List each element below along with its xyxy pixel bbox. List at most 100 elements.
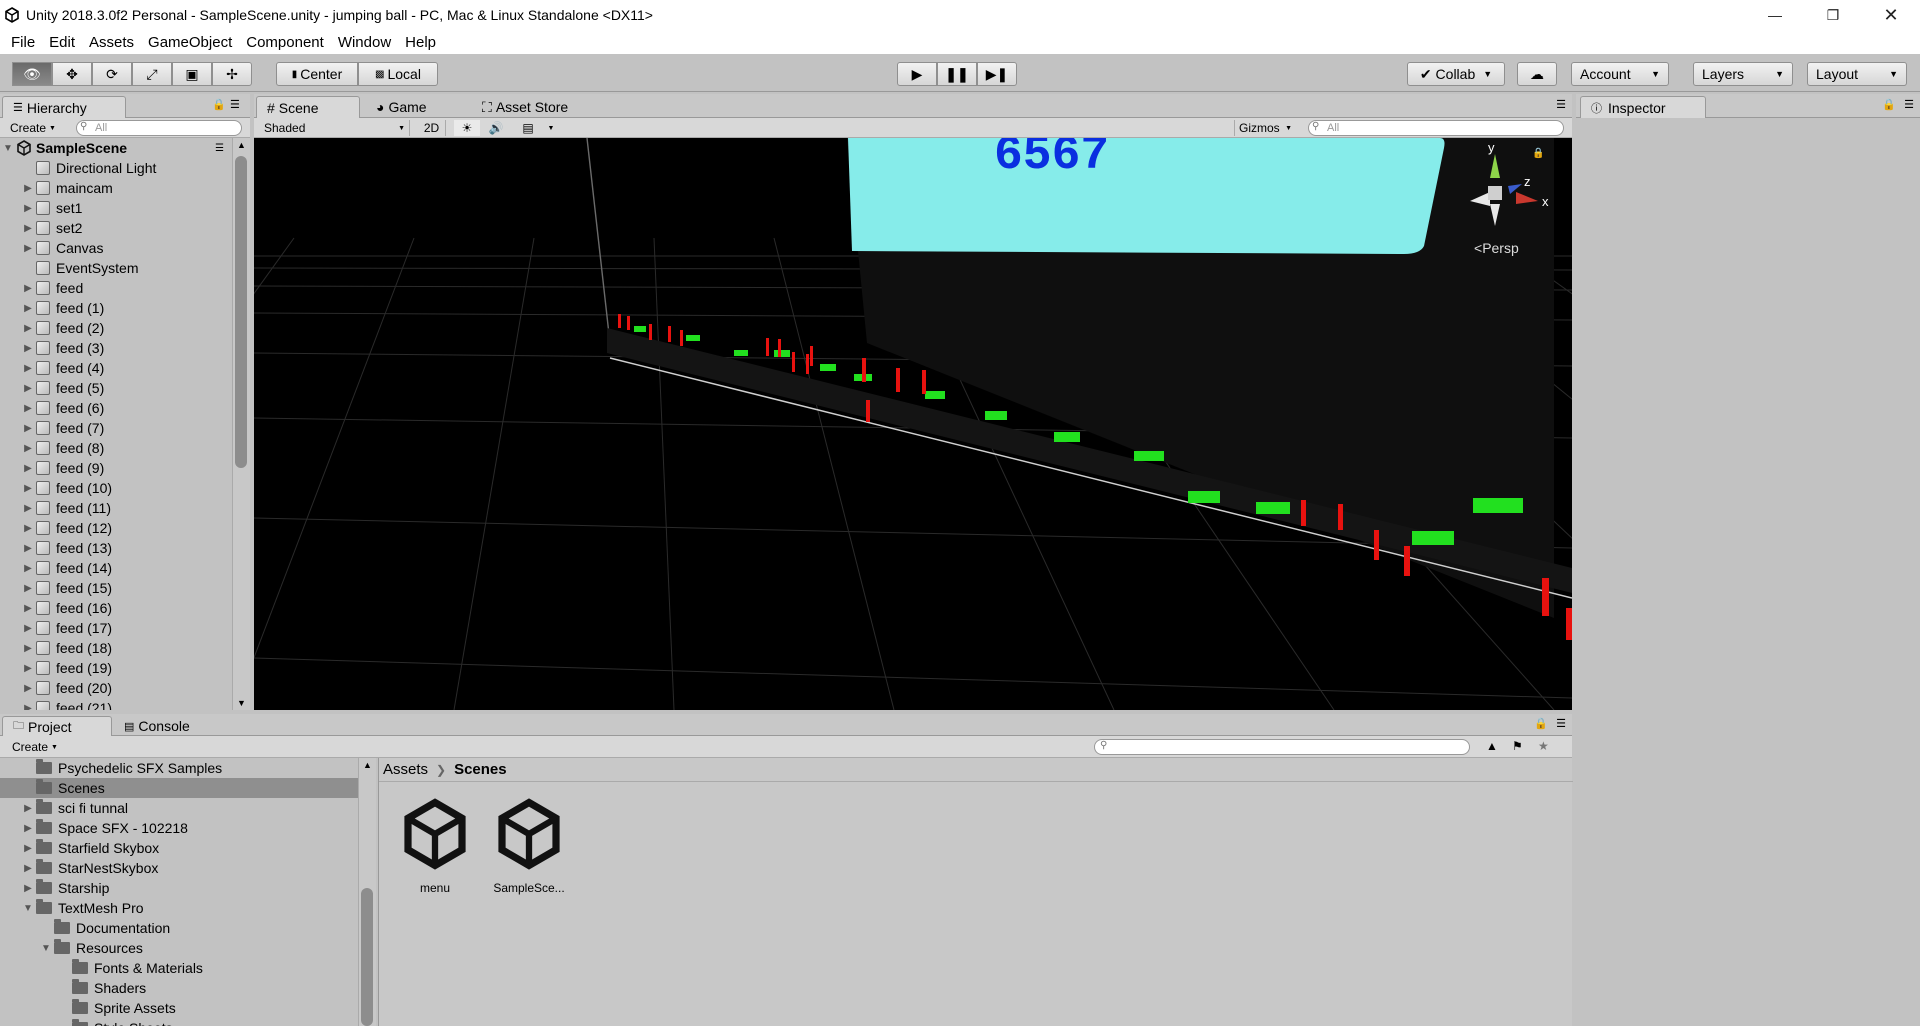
scene-menu-icon[interactable]: ☰ — [215, 143, 224, 154]
hierarchy-item[interactable]: EventSystem — [0, 258, 232, 278]
hierarchy-item[interactable]: ▶ feed (6) — [0, 398, 232, 418]
hierarchy-item[interactable]: ▶ feed (8) — [0, 438, 232, 458]
chevron-right-icon[interactable]: ▶ — [20, 563, 36, 574]
hierarchy-item[interactable]: ▶ feed — [0, 278, 232, 298]
orientation-gizmo[interactable]: y z x 🔒 <Persp — [1460, 140, 1570, 256]
menu-help[interactable]: Help — [398, 34, 443, 51]
breadcrumb-assets[interactable]: Assets — [383, 761, 428, 778]
pivot-center-button[interactable]: ▮ Center — [276, 62, 358, 86]
chevron-right-icon[interactable]: ▶ — [20, 703, 36, 711]
asset-tile-samplescene[interactable]: SampleSce... — [493, 798, 583, 898]
chevron-right-icon[interactable]: ▶ — [20, 683, 36, 694]
chevron-right-icon[interactable]: ▶ — [20, 483, 36, 494]
scene-viewport[interactable]: 6567 y z x 🔒 <Persp — [254, 138, 1572, 710]
gizmos-dropdown[interactable]: Gizmos ▼ — [1234, 120, 1296, 136]
scene-effects-icon[interactable]: ▤ — [514, 120, 542, 136]
projection-toggle[interactable]: <Persp — [1474, 240, 1519, 256]
chevron-down-icon[interactable]: ▼ — [20, 903, 36, 914]
minimize-icon[interactable]: — — [1746, 0, 1804, 30]
chevron-right-icon[interactable]: ▶ — [20, 803, 36, 814]
scene-search-input[interactable]: All — [1308, 120, 1564, 136]
chevron-right-icon[interactable]: ▶ — [20, 463, 36, 474]
hierarchy-item[interactable]: ▶ feed (7) — [0, 418, 232, 438]
restore-icon[interactable]: ❐ — [1804, 0, 1862, 30]
chevron-right-icon[interactable]: ▶ — [20, 383, 36, 394]
hierarchy-item[interactable]: ▶ Canvas — [0, 238, 232, 258]
project-tree-item[interactable]: Style Sheets — [0, 1018, 358, 1026]
panel-menu-icon[interactable]: ☰ — [1556, 98, 1566, 111]
chevron-right-icon[interactable]: ▶ — [20, 663, 36, 674]
chevron-right-icon[interactable]: ▶ — [20, 183, 36, 194]
project-tree-item[interactable]: Documentation — [0, 918, 358, 938]
chevron-right-icon[interactable]: ▶ — [20, 303, 36, 314]
chevron-right-icon[interactable]: ▶ — [20, 623, 36, 634]
hierarchy-item[interactable]: ▶ set1 — [0, 198, 232, 218]
menu-window[interactable]: Window — [331, 34, 398, 51]
project-tree-item[interactable]: ▶ sci fi tunnal — [0, 798, 358, 818]
chevron-right-icon[interactable]: ▶ — [20, 443, 36, 454]
chevron-right-icon[interactable]: ▶ — [20, 523, 36, 534]
rect-tool-icon[interactable]: ▣ — [172, 62, 212, 86]
filter-type-icon[interactable]: ▲ — [1486, 739, 1498, 753]
hierarchy-item[interactable]: ▶ feed (21) — [0, 698, 232, 710]
chevron-right-icon[interactable]: ▶ — [20, 343, 36, 354]
project-tree-scroll-thumb[interactable] — [361, 888, 373, 1026]
hierarchy-item[interactable]: ▶ feed (1) — [0, 298, 232, 318]
chevron-right-icon[interactable]: ▶ — [20, 843, 36, 854]
chevron-down-icon[interactable]: ▼ — [544, 120, 558, 136]
mode-2d-button[interactable]: 2D — [418, 120, 446, 136]
chevron-right-icon[interactable]: ▶ — [20, 203, 36, 214]
lock-icon[interactable]: 🔒 — [1534, 717, 1548, 730]
hierarchy-item[interactable]: ▶ set2 — [0, 218, 232, 238]
scroll-up-icon[interactable]: ▲ — [237, 140, 246, 150]
hierarchy-item[interactable]: ▶ feed (4) — [0, 358, 232, 378]
hierarchy-item[interactable]: ▶ feed (19) — [0, 658, 232, 678]
collab-dropdown[interactable]: ✔ Collab ▼ — [1407, 62, 1505, 86]
hierarchy-scroll-thumb[interactable] — [235, 156, 247, 468]
chevron-down-icon[interactable]: ▼ — [38, 943, 54, 954]
hierarchy-search-input[interactable]: All — [76, 120, 242, 136]
menu-gameobject[interactable]: GameObject — [141, 34, 239, 51]
close-icon[interactable]: ✕ — [1862, 0, 1920, 30]
chevron-right-icon[interactable]: ▶ — [20, 863, 36, 874]
project-tree-item[interactable]: ▶ Starship — [0, 878, 358, 898]
chevron-right-icon[interactable]: ▶ — [20, 423, 36, 434]
panel-menu-icon[interactable]: ☰ — [1556, 717, 1566, 730]
chevron-right-icon[interactable]: ▶ — [20, 223, 36, 234]
hierarchy-scrollbar[interactable]: ▲ ▼ — [232, 138, 250, 710]
lock-icon[interactable]: 🔒 — [1882, 98, 1896, 111]
lock-icon[interactable]: 🔒 — [212, 98, 226, 111]
hierarchy-item[interactable]: ▶ feed (16) — [0, 598, 232, 618]
hierarchy-item[interactable]: ▶ feed (13) — [0, 538, 232, 558]
scene-audio-icon[interactable]: 🔊 — [482, 120, 510, 136]
breadcrumb-scenes[interactable]: Scenes — [454, 761, 507, 778]
layout-dropdown[interactable]: Layout ▼ — [1807, 62, 1907, 86]
hierarchy-item[interactable]: Directional Light — [0, 158, 232, 178]
tab-game[interactable]: ◕ Game — [366, 96, 437, 118]
chevron-right-icon[interactable]: ▶ — [20, 883, 36, 894]
scale-tool-icon[interactable]: ⤢ — [132, 62, 172, 86]
chevron-down-icon[interactable]: ▼ — [0, 143, 16, 154]
layers-dropdown[interactable]: Layers ▼ — [1693, 62, 1793, 86]
account-dropdown[interactable]: Account ▼ — [1571, 62, 1669, 86]
menu-edit[interactable]: Edit — [42, 34, 82, 51]
pause-button[interactable]: ❚❚ — [937, 62, 977, 86]
menu-component[interactable]: Component — [239, 34, 331, 51]
tab-inspector[interactable]: ⓘ Inspector — [1580, 96, 1706, 118]
hierarchy-item[interactable]: ▶ feed (12) — [0, 518, 232, 538]
tab-scene[interactable]: # Scene — [256, 96, 360, 118]
hierarchy-item[interactable]: ▶ feed (20) — [0, 678, 232, 698]
project-tree-item[interactable]: ▶ StarNestSkybox — [0, 858, 358, 878]
chevron-right-icon[interactable]: ▶ — [20, 543, 36, 554]
transform-tool-icon[interactable]: ✢ — [212, 62, 252, 86]
hierarchy-item[interactable]: ▶ feed (3) — [0, 338, 232, 358]
chevron-right-icon[interactable]: ▶ — [20, 323, 36, 334]
scene-lighting-icon[interactable]: ☀ — [454, 120, 480, 136]
project-tree-item[interactable]: Psychedelic SFX Samples — [0, 758, 358, 778]
chevron-right-icon[interactable]: ▶ — [20, 283, 36, 294]
chevron-right-icon[interactable]: ▶ — [20, 243, 36, 254]
play-button[interactable]: ▶ — [897, 62, 937, 86]
menu-file[interactable]: File — [4, 34, 42, 51]
chevron-right-icon[interactable]: ▶ — [20, 403, 36, 414]
scene-root[interactable]: ▼ SampleScene ☰ — [0, 138, 232, 158]
